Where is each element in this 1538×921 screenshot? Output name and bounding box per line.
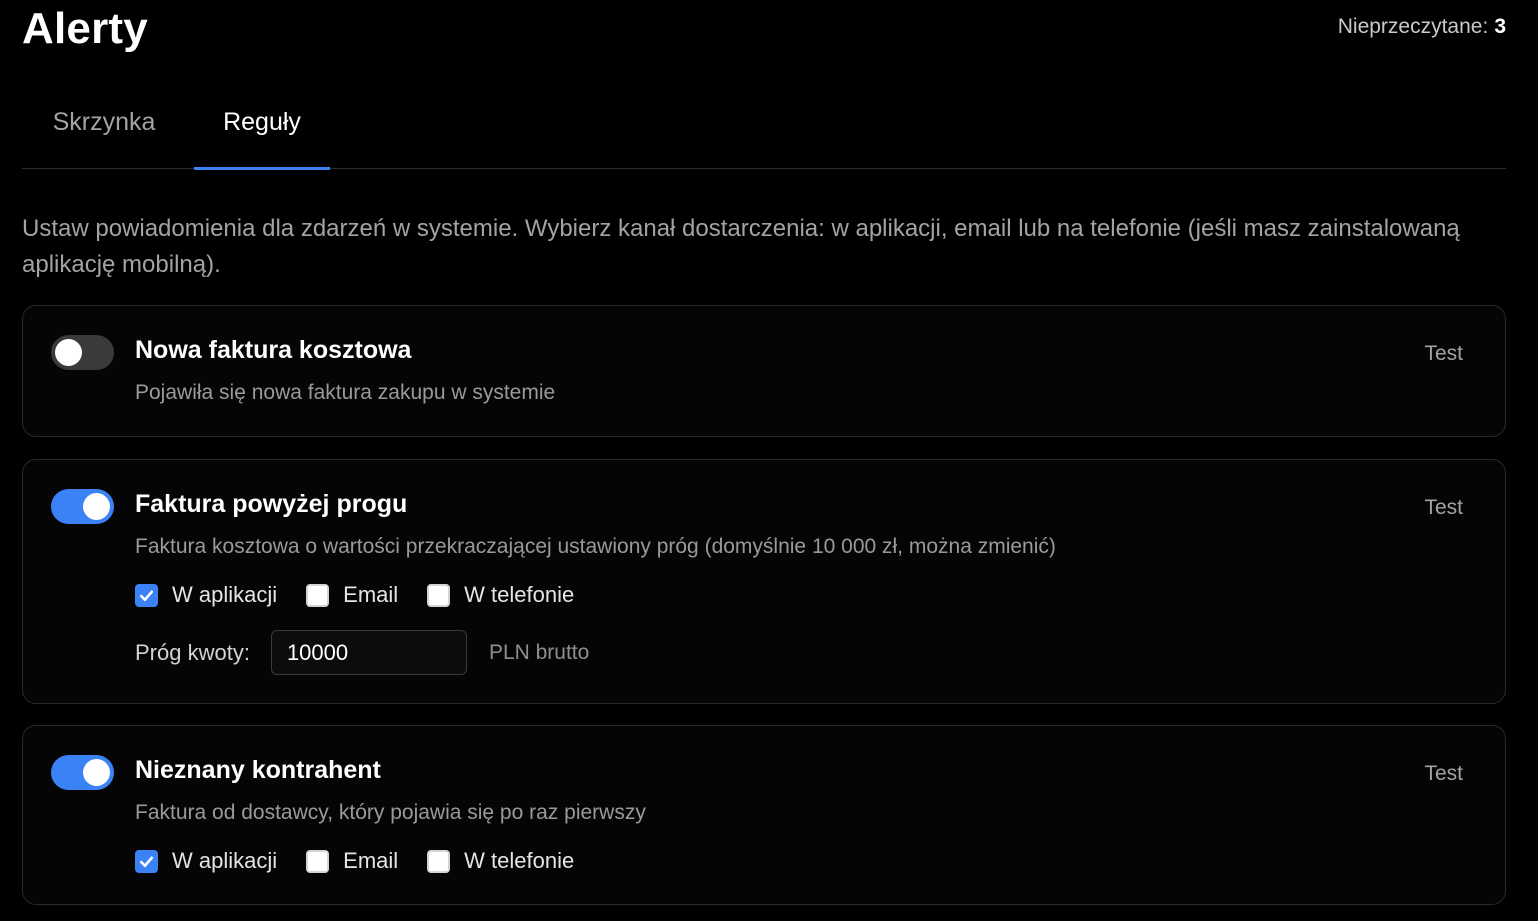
rule-card-invoice-above-threshold: Faktura powyżej progu Faktura kosztowa o… [22, 459, 1506, 704]
rule-card-unknown-contractor: Nieznany kontrahent Faktura od dostawcy,… [22, 725, 1506, 905]
channel-in-app[interactable]: W aplikacji [135, 848, 277, 874]
tab-rules[interactable]: Reguły [194, 76, 330, 170]
checkbox-email[interactable] [306, 849, 330, 873]
tab-inbox[interactable]: Skrzynka [22, 76, 194, 169]
threshold-input[interactable] [270, 630, 467, 675]
toggle-knob [83, 493, 110, 520]
unread-counter: Nieprzeczytane: 3 [1338, 15, 1506, 39]
channel-label: Email [343, 848, 399, 873]
channel-label: W aplikacji [172, 848, 278, 873]
check-icon [139, 590, 154, 601]
rule-toggle[interactable] [51, 489, 114, 524]
threshold-unit: PLN brutto [488, 640, 590, 664]
toggle-knob [55, 339, 82, 366]
rule-card-new-cost-invoice: Nowa faktura kosztowa Pojawiła się nowa … [22, 305, 1506, 437]
channel-options: W aplikacji Email W telefonie [135, 582, 603, 608]
checkbox-in-app[interactable] [135, 583, 158, 607]
channel-label: W telefonie [464, 848, 575, 873]
channel-in-app[interactable]: W aplikacji [135, 582, 277, 608]
checkbox-phone[interactable] [427, 849, 451, 873]
test-button[interactable]: Test [1424, 762, 1463, 786]
rule-title: Nowa faktura kosztowa [135, 336, 412, 364]
channel-phone[interactable]: W telefonie [427, 848, 574, 874]
channel-label: W telefonie [464, 582, 575, 607]
channel-options: W aplikacji Email W telefonie [135, 848, 603, 874]
checkbox-in-app[interactable] [135, 849, 158, 873]
channel-label: W aplikacji [172, 582, 278, 607]
test-button[interactable]: Test [1424, 496, 1463, 520]
tab-bar: Skrzynka Reguły [22, 76, 1506, 170]
toggle-knob [83, 759, 110, 786]
channel-email[interactable]: Email [306, 848, 398, 874]
test-button[interactable]: Test [1424, 342, 1463, 366]
rule-title: Nieznany kontrahent [135, 756, 381, 784]
rule-description: Faktura kosztowa o wartości przekraczają… [135, 535, 1056, 558]
channel-phone[interactable]: W telefonie [427, 582, 574, 608]
rule-toggle[interactable] [51, 755, 114, 790]
checkbox-phone[interactable] [427, 583, 451, 607]
unread-label: Nieprzeczytane: [1337, 15, 1489, 38]
unread-count: 3 [1494, 15, 1506, 38]
channel-email[interactable]: Email [306, 582, 398, 608]
channel-label: Email [343, 582, 399, 607]
page-title: Alerty [22, 4, 148, 53]
intro-text: Ustaw powiadomienia dla zdarzeń w system… [22, 215, 1460, 278]
threshold-row: Próg kwoty: PLN brutto [135, 630, 589, 675]
rule-description: Pojawiła się nowa faktura zakupu w syste… [135, 381, 556, 404]
rule-title: Faktura powyżej progu [135, 490, 408, 518]
checkbox-email[interactable] [306, 583, 330, 607]
check-icon [139, 856, 154, 867]
alerts-page: Alerty Nieprzeczytane: 3 Skrzynka Reguły … [0, 0, 1538, 921]
page-header: Alerty Nieprzeczytane: 3 [22, 0, 1506, 76]
rule-toggle[interactable] [51, 335, 114, 370]
threshold-label: Próg kwoty: [135, 639, 250, 665]
rule-description: Faktura od dostawcy, który pojawia się p… [135, 801, 646, 824]
